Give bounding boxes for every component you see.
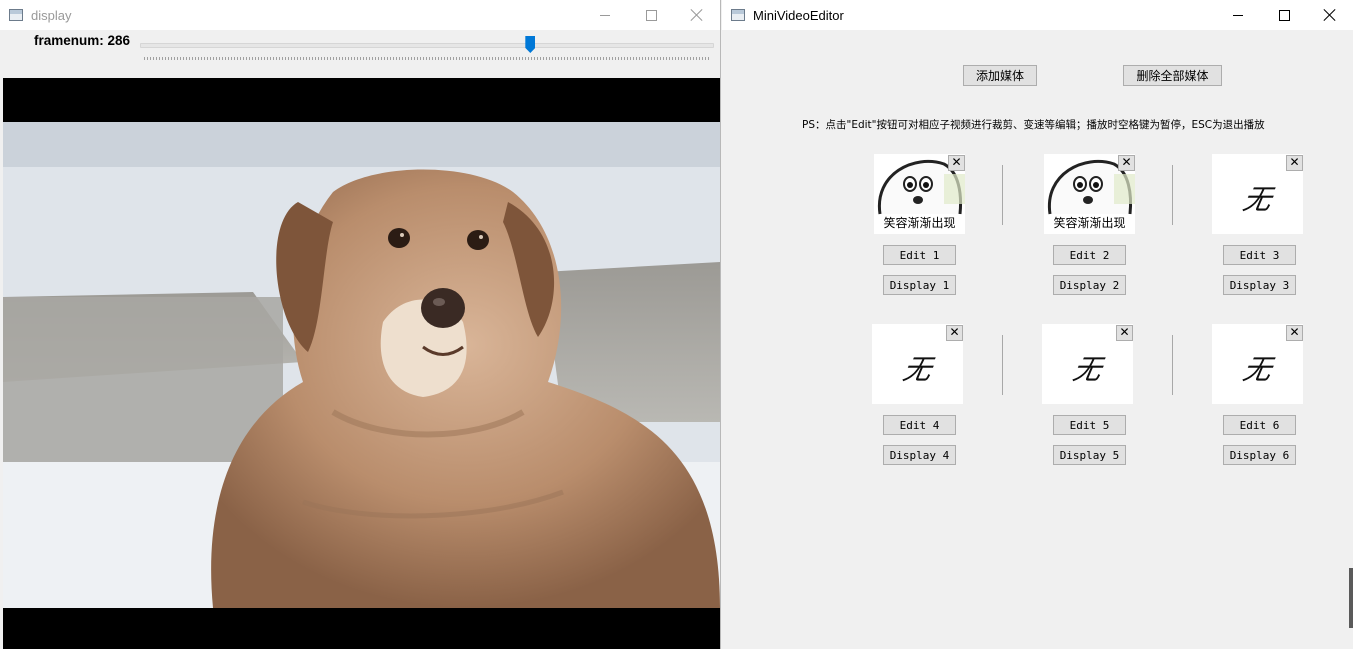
dog-image <box>3 122 720 608</box>
maximize-icon <box>1278 9 1290 21</box>
minimize-button[interactable] <box>582 0 628 30</box>
minivideoeditor-window: MiniVideoEditor 添加媒体 删除全部媒体 PS：点击"Edit"按… <box>722 0 1353 649</box>
delete-all-media-button[interactable]: 删除全部媒体 <box>1123 65 1222 86</box>
video-display-area <box>3 78 720 649</box>
display-window-title: display <box>31 7 72 23</box>
editor-window-title: MiniVideoEditor <box>753 7 844 23</box>
no-media-placeholder: 无 <box>1240 353 1275 386</box>
display-window: display framenum: 286 <box>0 0 721 649</box>
remove-media-button[interactable]: ✕ <box>948 155 965 171</box>
close-button[interactable] <box>674 0 720 30</box>
minimize-button[interactable] <box>1215 0 1261 30</box>
edit-button-2[interactable]: Edit 2 <box>1053 245 1126 265</box>
vertical-separator <box>1002 165 1003 225</box>
no-media-placeholder: 无 <box>1240 183 1275 216</box>
scrollbar-handle[interactable] <box>1349 568 1353 628</box>
editor-titlebar[interactable]: MiniVideoEditor <box>722 0 1353 30</box>
close-icon <box>1324 9 1336 21</box>
video-frame-dog <box>3 122 720 608</box>
vertical-separator <box>1172 165 1173 225</box>
remove-media-button[interactable]: ✕ <box>1286 325 1303 341</box>
maximize-icon <box>645 9 657 21</box>
framenum-trackbar[interactable] <box>140 30 714 70</box>
instructions-text: PS：点击"Edit"按钮可对相应子视频进行裁剪、变速等编辑；播放时空格键为暂停… <box>802 119 1265 131</box>
display-button-6[interactable]: Display 6 <box>1223 445 1296 465</box>
display-button-2[interactable]: Display 2 <box>1053 275 1126 295</box>
thumbnail-caption: 笑容渐渐出现 <box>1053 216 1126 230</box>
remove-media-button[interactable]: ✕ <box>1118 155 1135 171</box>
edit-button-6[interactable]: Edit 6 <box>1223 415 1296 435</box>
thumbnail-caption: 笑容渐渐出现 <box>883 216 956 230</box>
no-media-placeholder: 无 <box>1070 353 1105 386</box>
display-button-3[interactable]: Display 3 <box>1223 275 1296 295</box>
trackbar-groove <box>140 43 714 48</box>
vertical-separator <box>1172 335 1173 395</box>
display-titlebar[interactable]: display <box>0 0 720 30</box>
media-thumbnail[interactable]: 笑容渐渐出现 ✕ <box>1044 154 1135 234</box>
trackbar-thumb[interactable] <box>525 36 536 53</box>
remove-media-button[interactable]: ✕ <box>946 325 963 341</box>
window-app-icon <box>9 9 23 21</box>
no-media-placeholder: 无 <box>900 353 935 386</box>
media-thumbnail[interactable]: 无 ✕ <box>872 324 963 404</box>
display-button-1[interactable]: Display 1 <box>883 275 956 295</box>
edit-button-5[interactable]: Edit 5 <box>1053 415 1126 435</box>
remove-media-button[interactable]: ✕ <box>1116 325 1133 341</box>
maximize-button[interactable] <box>628 0 674 30</box>
display-window-controls <box>582 0 720 30</box>
close-button[interactable] <box>1307 0 1353 30</box>
close-icon <box>691 9 703 21</box>
media-thumbnail[interactable]: 无 ✕ <box>1042 324 1133 404</box>
framenum-label: framenum: 286 <box>34 33 131 48</box>
media-thumbnail[interactable]: 无 ✕ <box>1212 154 1303 234</box>
trackbar-ticks <box>144 57 710 60</box>
display-button-5[interactable]: Display 5 <box>1053 445 1126 465</box>
edit-button-1[interactable]: Edit 1 <box>883 245 956 265</box>
edit-button-4[interactable]: Edit 4 <box>883 415 956 435</box>
vertical-separator <box>1002 335 1003 395</box>
maximize-button[interactable] <box>1261 0 1307 30</box>
minimize-icon <box>600 14 610 16</box>
display-button-4[interactable]: Display 4 <box>883 445 956 465</box>
trackbar-area: framenum: 286 <box>0 30 720 76</box>
minimize-icon <box>1233 14 1243 16</box>
remove-media-button[interactable]: ✕ <box>1286 155 1303 171</box>
edit-button-3[interactable]: Edit 3 <box>1223 245 1296 265</box>
media-thumbnail[interactable]: 无 ✕ <box>1212 324 1303 404</box>
editor-window-controls <box>1215 0 1353 30</box>
window-app-icon <box>731 9 745 21</box>
media-thumbnail[interactable]: 笑容渐渐出现 ✕ <box>874 154 965 234</box>
add-media-button[interactable]: 添加媒体 <box>963 65 1037 86</box>
